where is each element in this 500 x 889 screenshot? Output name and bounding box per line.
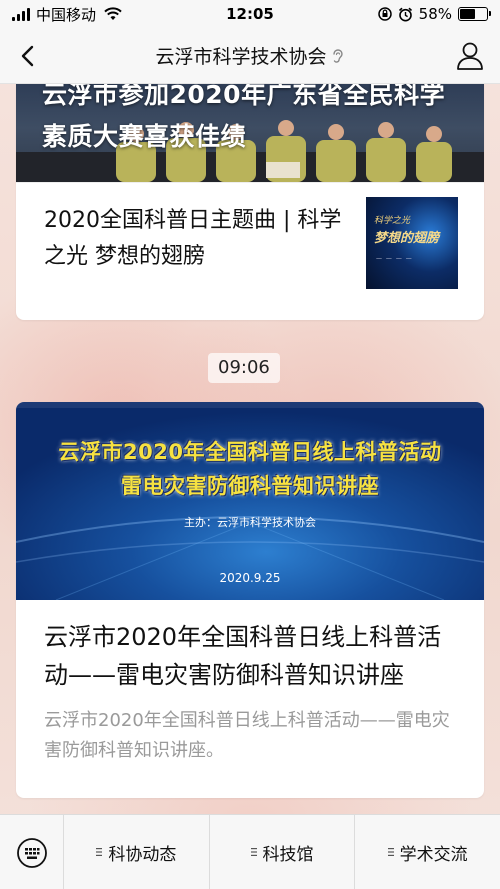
account-name: 云浮市科学技术协会 bbox=[155, 46, 327, 68]
battery-percent: 58% bbox=[418, 5, 452, 23]
sub-article-title: 2020全国科普日主题曲 | 科学之光 梦想的翅膀 bbox=[44, 208, 342, 269]
article-title: 云浮市2020年全国科普日线上科普活动——雷电灾害防御科普知识讲座 bbox=[44, 623, 442, 689]
sub-article-thumbnail[interactable]: 科学之光 梦想的翅膀 — — — — bbox=[366, 197, 458, 289]
page-title: 云浮市科学技术协会 bbox=[155, 42, 344, 69]
menu-lines-icon bbox=[96, 848, 103, 856]
article-card[interactable]: 云浮市2020年全国科普日线上科普活动 雷电灾害防御科普知识讲座 主办：云浮市科… bbox=[16, 402, 484, 798]
keyboard-toggle-button[interactable] bbox=[0, 815, 64, 889]
menu-lines-icon bbox=[387, 848, 394, 856]
thumb-small-text: 科学之光 bbox=[374, 216, 411, 226]
keyboard-icon bbox=[16, 837, 47, 868]
wifi-icon bbox=[104, 7, 122, 20]
cover-title-line1: 云浮市2020年全国科普日线上科普活动 bbox=[58, 440, 442, 464]
message-list[interactable]: 云浮市参加2020年广东省全民科学素质大赛喜获佳绩 2020全国科普日主题曲 |… bbox=[0, 84, 500, 814]
cover-title: 云浮市参加2020年广东省全民科学素质大赛喜获佳绩 bbox=[42, 84, 446, 151]
message-timestamp: 09:06 bbox=[208, 353, 280, 383]
ear-icon bbox=[332, 48, 343, 63]
tab-kexie-dongtai[interactable]: 科协动态 bbox=[64, 815, 210, 889]
cover-title-line2: 雷电灾害防御科普知识讲座 bbox=[121, 474, 379, 498]
alarm-icon bbox=[398, 7, 412, 21]
menu-bar: 科协动态 科技馆 学术交流 bbox=[0, 814, 500, 889]
battery-icon bbox=[458, 7, 491, 21]
status-bar: 中国移动 12:05 58% bbox=[0, 0, 500, 28]
article-cover-image[interactable]: 云浮市2020年全国科普日线上科普活动 雷电灾害防御科普知识讲座 主办：云浮市科… bbox=[16, 402, 484, 600]
tab-label: 科技馆 bbox=[262, 844, 314, 865]
thumb-main-text: 梦想的翅膀 bbox=[374, 231, 440, 246]
cover-date: 2020.9.25 bbox=[219, 571, 281, 585]
nav-bar: 云浮市科学技术协会 bbox=[0, 28, 500, 84]
article-description: 云浮市2020年全国科普日线上科普活动——雷电灾害防御科普知识讲座。 bbox=[44, 710, 450, 761]
cover-host: 主办：云浮市科学技术协会 bbox=[184, 516, 316, 529]
profile-icon[interactable] bbox=[456, 41, 484, 71]
signal-icon bbox=[12, 7, 30, 21]
thumb-decoration: — — — — bbox=[376, 255, 413, 262]
menu-lines-icon bbox=[250, 848, 257, 856]
tab-label: 科协动态 bbox=[108, 844, 177, 865]
tab-xueshu-jiaoliu[interactable]: 学术交流 bbox=[355, 815, 500, 889]
article-card[interactable]: 云浮市参加2020年广东省全民科学素质大赛喜获佳绩 2020全国科普日主题曲 |… bbox=[16, 84, 484, 320]
tab-label: 学术交流 bbox=[399, 844, 468, 865]
back-chevron-icon[interactable] bbox=[14, 42, 42, 70]
rotation-lock-icon bbox=[377, 7, 392, 21]
carrier-label: 中国移动 bbox=[36, 5, 97, 24]
tab-kejiguan[interactable]: 科技馆 bbox=[210, 815, 356, 889]
article-cover-image[interactable]: 云浮市参加2020年广东省全民科学素质大赛喜获佳绩 bbox=[16, 84, 484, 182]
sub-article-item[interactable]: 2020全国科普日主题曲 | 科学之光 梦想的翅膀 科学之光 梦想的翅膀 — —… bbox=[16, 182, 484, 320]
